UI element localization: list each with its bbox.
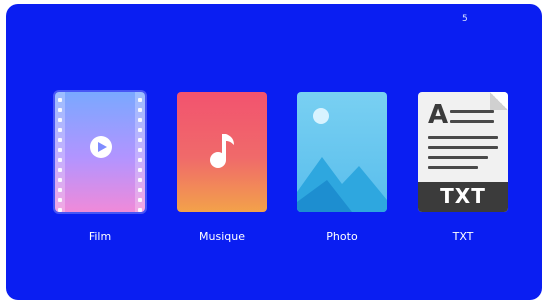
- music-tile[interactable]: [177, 92, 267, 212]
- sun-icon: [313, 108, 329, 124]
- txt-badge: TXT: [440, 184, 486, 208]
- photo-tile[interactable]: [297, 92, 387, 212]
- txt-tile[interactable]: A TXT: [418, 92, 508, 212]
- film-label: Film: [88, 230, 112, 243]
- music-note-icon: [210, 134, 234, 168]
- photo-label: Photo: [326, 230, 358, 243]
- film-tile[interactable]: [55, 92, 145, 212]
- photo-landscape-icon: [297, 157, 387, 212]
- txt-a-glyph: A: [428, 100, 449, 130]
- media-menu-screen: 5 Film Musique Photo A TXT TXT: [6, 4, 542, 300]
- txt-label: TXT: [452, 230, 474, 243]
- music-label: Musique: [199, 230, 245, 243]
- film-icon: [90, 136, 112, 158]
- status-indicator: 5: [462, 14, 468, 24]
